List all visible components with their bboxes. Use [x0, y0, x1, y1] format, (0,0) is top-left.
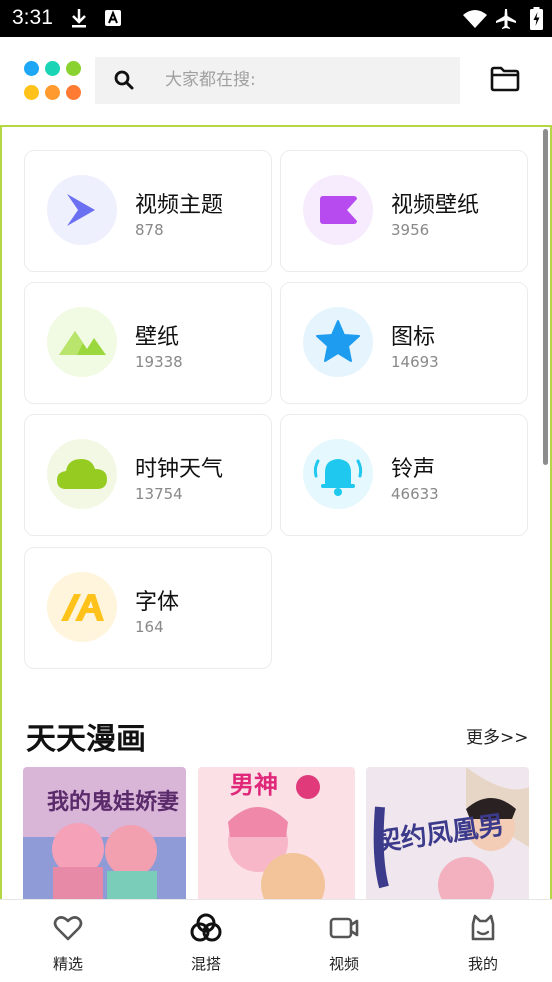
top-header	[0, 37, 552, 125]
font-icon	[47, 572, 117, 642]
profile-icon	[471, 914, 495, 941]
category-title: 铃声	[391, 457, 436, 482]
category-title: 图标	[391, 325, 436, 350]
comic-cover[interactable]: 男神	[198, 767, 355, 901]
comic-cover[interactable]: 契约凤凰男	[366, 767, 529, 901]
heart-icon	[53, 916, 83, 941]
nav-item-video[interactable]: 视频	[294, 900, 394, 982]
logo-dot	[66, 61, 81, 76]
category-count: 14693	[391, 353, 439, 371]
logo-dot	[24, 61, 39, 76]
bell-icon	[303, 439, 373, 509]
nav-label: 精选	[52, 955, 83, 973]
notification-a-icon	[105, 10, 121, 26]
category-title: 视频壁纸	[391, 193, 480, 218]
logo-dot	[66, 85, 81, 100]
nav-label: 混搭	[190, 955, 221, 973]
category-card-clock-weather[interactable]: 时钟天气 13754	[24, 414, 272, 536]
category-card-fonts[interactable]: 字体 164	[24, 547, 272, 669]
status-bar: 3:31	[0, 0, 552, 37]
mix-icon	[190, 913, 222, 942]
search-input[interactable]	[165, 57, 445, 104]
video-icon	[329, 917, 359, 939]
category-card-ringtones[interactable]: 铃声 46633	[280, 414, 528, 536]
nav-item-featured[interactable]: 精选	[18, 900, 118, 982]
content-panel: 视频主题 878 视频壁纸 3956 壁纸 19338 图标 14693 时钟天…	[0, 125, 552, 901]
section-title-comics: 天天漫画	[26, 722, 146, 757]
category-title: 字体	[135, 590, 180, 615]
logo-dot	[24, 85, 39, 100]
nav-label: 视频	[328, 955, 359, 973]
nav-item-profile[interactable]: 我的	[433, 900, 533, 982]
comic-cover[interactable]: 我的鬼娃娇妻	[23, 767, 186, 901]
nav-item-mix[interactable]: 混搭	[156, 900, 256, 982]
logo-dot	[45, 85, 60, 100]
comic-title-art: 我的鬼娃娇妻	[47, 789, 179, 815]
play-arrow-icon	[47, 175, 117, 245]
category-title: 时钟天气	[135, 457, 224, 482]
scrollbar[interactable]	[543, 129, 548, 465]
cloud-icon	[47, 439, 117, 509]
category-title: 视频主题	[135, 193, 224, 218]
mountain-icon	[47, 307, 117, 377]
category-count: 19338	[135, 353, 183, 371]
category-title: 壁纸	[135, 325, 180, 350]
star-icon	[303, 307, 373, 377]
airplane-icon	[496, 9, 516, 29]
video-camera-icon	[303, 175, 373, 245]
search-bar[interactable]	[95, 57, 460, 104]
search-icon	[114, 70, 134, 90]
nav-label: 我的	[467, 955, 498, 973]
category-count: 3956	[391, 221, 430, 239]
download-icon	[72, 9, 86, 28]
more-link[interactable]: 更多>>	[466, 723, 529, 748]
comic-title-art: 男神	[230, 771, 278, 799]
category-card-icons[interactable]: 图标 14693	[280, 282, 528, 404]
category-card-video-theme[interactable]: 视频主题 878	[24, 150, 272, 272]
logo-dot	[45, 61, 60, 76]
bottom-nav: 精选 混搭 视频 我的	[0, 899, 552, 982]
category-count: 13754	[135, 485, 183, 503]
app-logo[interactable]	[24, 61, 82, 101]
category-card-wallpaper[interactable]: 壁纸 19338	[24, 282, 272, 404]
battery-charging-icon	[530, 7, 543, 30]
category-count: 164	[135, 618, 164, 636]
status-time: 3:31	[12, 6, 53, 29]
category-count: 46633	[391, 485, 439, 503]
category-card-video-wallpaper[interactable]: 视频壁纸 3956	[280, 150, 528, 272]
folder-icon[interactable]	[490, 66, 520, 92]
wifi-icon	[463, 10, 487, 28]
category-count: 878	[135, 221, 164, 239]
